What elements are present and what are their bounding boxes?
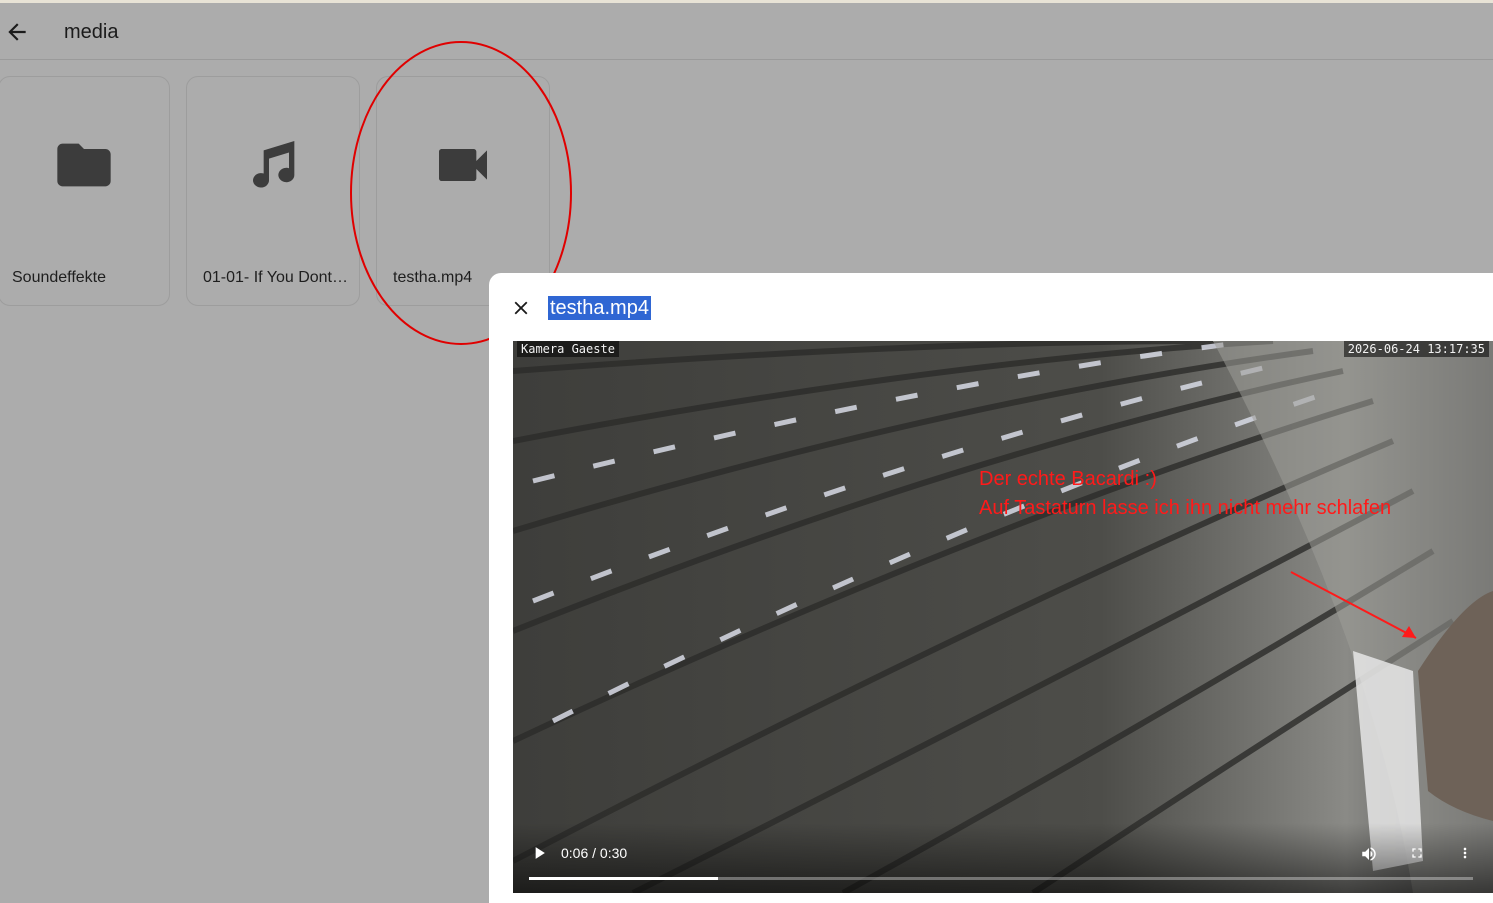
media-item-label: 01-01- If You Dont Know Me	[203, 269, 349, 286]
annotation-line-1: Der echte Bacardi :)	[979, 468, 1157, 490]
play-icon[interactable]	[529, 843, 549, 863]
video-progress-fill	[529, 877, 718, 880]
more-options-icon[interactable]	[1457, 844, 1473, 862]
camera-timestamp: 2026-06-24 13:17:35	[1343, 341, 1489, 357]
volume-icon[interactable]	[1359, 845, 1379, 863]
video-progress-bar[interactable]	[529, 877, 1473, 880]
back-arrow-icon[interactable]	[4, 19, 30, 45]
video-camera-icon	[439, 149, 487, 181]
media-item-label: Soundeffekte	[12, 269, 107, 286]
media-item-song[interactable]: 01-01- If You Dont Know Me	[186, 76, 360, 306]
folder-icon	[57, 143, 111, 187]
media-item-soundeffekte[interactable]: Soundeffekte	[0, 76, 170, 306]
video-player[interactable]: Kamera Gaeste 2026-06-24 13:17:35 Der ec…	[513, 341, 1493, 893]
video-time: 0:06 / 0:30	[561, 845, 628, 861]
fullscreen-icon[interactable]	[1409, 845, 1425, 861]
media-player-dialog: testha.mp4 Kamera Gaeste 2026-06-24 13:1…	[489, 273, 1493, 903]
video-frame	[513, 341, 1493, 893]
annotation-line-2: Auf Tastaturn lasse ich ihn nicht mehr s…	[979, 497, 1392, 519]
music-note-icon	[253, 141, 295, 188]
media-item-testha[interactable]: testha.mp4	[376, 76, 550, 306]
dialog-title: testha.mp4	[548, 296, 651, 320]
close-icon[interactable]	[510, 297, 532, 319]
video-controls: 0:06 / 0:30	[513, 823, 1493, 893]
camera-label: Kamera Gaeste	[517, 341, 619, 357]
header-bar: media	[0, 3, 1493, 60]
annotation-text: Der echte Bacardi :) Auf Tastaturn lasse…	[979, 465, 1391, 523]
page-title: media	[64, 21, 119, 43]
